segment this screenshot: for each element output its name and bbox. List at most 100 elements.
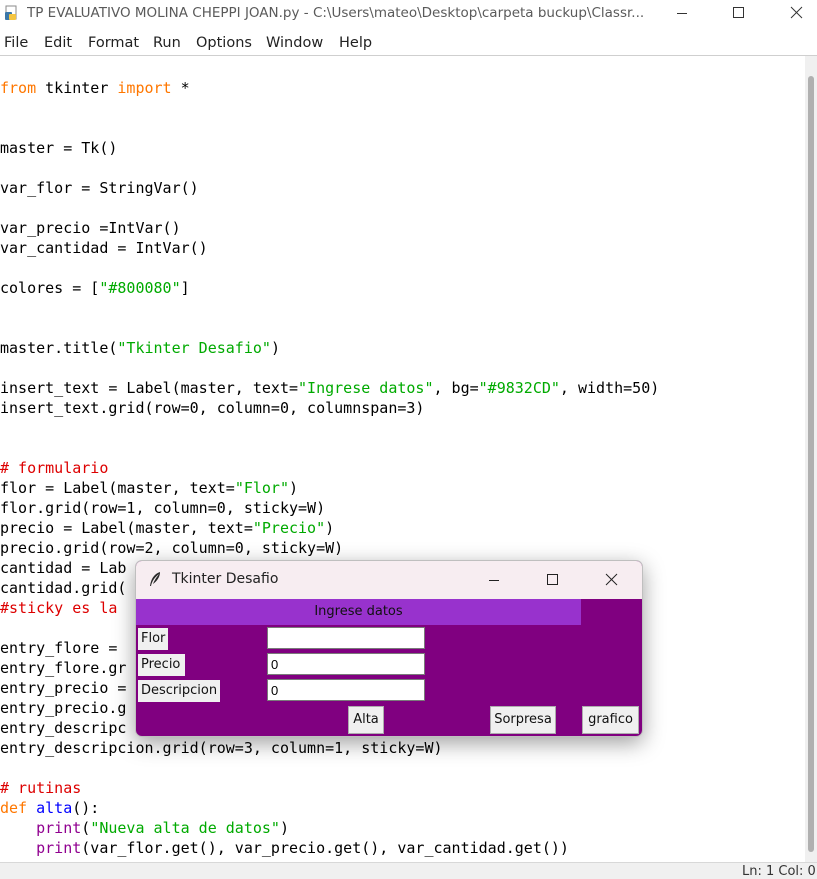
code-line: insert_text.grid(row=0, column=0, column… — [0, 398, 424, 418]
sorpresa-button[interactable]: Sorpresa — [490, 706, 556, 734]
menu-run[interactable]: Run — [153, 35, 181, 51]
status-bar: Ln: 1 Col: 0 — [0, 862, 817, 879]
code-token: print — [36, 819, 82, 837]
code-token: var_cantidad = IntVar() — [0, 239, 208, 257]
code-token: ) — [279, 819, 289, 837]
title-bar: TP EVALUATIVO MOLINA CHEPPI JOAN.py - C:… — [0, 0, 817, 27]
code-line: entry_precio.g — [0, 698, 126, 718]
popup-title: Tkinter Desafio — [172, 571, 279, 587]
code-token: ] — [180, 279, 190, 297]
code-token: ) — [270, 339, 280, 357]
code-token: master.title( — [0, 339, 118, 357]
alta-button[interactable]: Alta — [348, 706, 384, 734]
code-line: print("Nueva alta de datos") — [0, 818, 289, 838]
code-line: var_cantidad = IntVar() — [0, 238, 208, 258]
code-token: from — [0, 79, 37, 97]
code-token: insert_text = Label(master, text= — [0, 379, 299, 397]
cursor-position: Ln: 1 Col: 0 — [742, 864, 816, 879]
code-line: from tkinter import * — [0, 78, 190, 98]
code-line: var_flor = StringVar() — [0, 178, 199, 198]
feather-icon — [150, 572, 160, 586]
code-line: master.title("Tkinter Desafio") — [0, 338, 280, 358]
code-token: * — [171, 79, 190, 97]
popup-title-bar: Tkinter Desafio — [136, 561, 642, 599]
code-token: "Tkinter Desafio" — [117, 339, 271, 357]
maximize-button[interactable] — [715, 0, 761, 27]
window-title: TP EVALUATIVO MOLINA CHEPPI JOAN.py - C:… — [27, 5, 645, 21]
code-token: entry_precio = — [0, 679, 127, 697]
menu-file[interactable]: File — [4, 35, 28, 51]
minimize-button[interactable] — [659, 0, 705, 27]
code-token: entry_flore.gr — [0, 659, 127, 677]
code-token: entry_descripcion.grid(row=3, column=1, … — [0, 739, 443, 757]
code-token: tkinter — [36, 79, 118, 97]
code-line: precio = Label(master, text="Precio") — [0, 518, 334, 538]
grafico-button[interactable]: grafico — [582, 706, 639, 734]
close-button[interactable] — [771, 0, 817, 27]
code-token: entry_descripc — [0, 719, 127, 737]
code-token: precio = Label(master, text= — [0, 519, 253, 537]
code-line: flor = Label(master, text="Flor") — [0, 478, 298, 498]
menu-bar: File Edit Format Run Options Window Help — [0, 31, 817, 55]
code-token: insert_text.grid(row=0, column=0, column… — [0, 399, 425, 417]
code-token: alta — [36, 799, 73, 817]
descripcion-entry[interactable] — [267, 679, 425, 701]
code-token: master = Tk() — [0, 139, 118, 157]
code-token: entry_precio.g — [0, 699, 127, 717]
popup-maximize-button[interactable] — [529, 561, 575, 599]
close-icon — [605, 573, 618, 586]
code-token: cantidad = Lab — [0, 559, 127, 577]
code-line: entry_precio = — [0, 678, 126, 698]
code-line: precio.grid(row=2, column=0, sticky=W) — [0, 538, 343, 558]
menu-format[interactable]: Format — [88, 35, 139, 51]
code-token: entry_flore = — [0, 639, 118, 657]
code-token: , width=50) — [559, 379, 660, 397]
code-line: # formulario — [0, 458, 108, 478]
code-token: "Flor" — [234, 479, 289, 497]
code-token: flor.grid(row=1, column=0, sticky=W) — [0, 499, 326, 517]
code-token: def — [0, 799, 28, 817]
code-token: ( — [81, 819, 91, 837]
code-line: flor.grid(row=1, column=0, sticky=W) — [0, 498, 325, 518]
code-line: entry_descripcion.grid(row=3, column=1, … — [0, 738, 443, 758]
code-token: "Nueva alta de datos" — [90, 819, 280, 837]
code-line: var_precio =IntVar() — [0, 218, 181, 238]
code-token: # rutinas — [0, 779, 82, 797]
code-token: "#9832CD" — [478, 379, 560, 397]
maximize-icon — [547, 574, 558, 585]
code-token: # formulario — [0, 459, 109, 477]
popup-minimize-button[interactable] — [471, 561, 517, 599]
code-line: insert_text = Label(master, text="Ingres… — [0, 378, 659, 398]
menu-help[interactable]: Help — [339, 35, 372, 51]
code-line: colores = ["#800080"] — [0, 278, 190, 298]
menu-edit[interactable]: Edit — [44, 35, 72, 51]
flor-label: Flor — [138, 628, 168, 650]
code-token: ) — [325, 519, 335, 537]
scrollbar-thumb[interactable] — [808, 76, 814, 852]
code-line: entry_flore.gr — [0, 658, 126, 678]
maximize-icon — [733, 7, 744, 18]
code-line: def alta(): — [0, 798, 99, 818]
code-token: print — [36, 839, 82, 857]
close-icon — [790, 6, 803, 19]
code-token: var_flor = StringVar() — [0, 179, 199, 197]
menu-window[interactable]: Window — [266, 35, 323, 51]
code-line: master = Tk() — [0, 138, 117, 158]
code-line: # rutinas — [0, 778, 81, 798]
menu-options[interactable]: Options — [196, 35, 252, 51]
tkinter-window: Tkinter Desafio Ingrese datos Flor Preci… — [135, 560, 643, 737]
vertical-scrollbar[interactable] — [805, 56, 817, 862]
code-token: "Precio" — [252, 519, 326, 537]
flor-entry[interactable] — [267, 627, 425, 649]
code-line: print(var_flor.get(), var_precio.get(), … — [0, 838, 569, 858]
code-editor[interactable]: from tkinter import * master = Tk() var_fl… — [0, 56, 805, 862]
popup-close-button[interactable] — [589, 561, 635, 599]
precio-entry[interactable] — [267, 653, 425, 675]
code-line: cantidad = Lab — [0, 558, 126, 578]
code-token: "#800080" — [99, 279, 181, 297]
code-token: colores = [ — [0, 279, 100, 297]
minimize-icon — [677, 13, 687, 14]
